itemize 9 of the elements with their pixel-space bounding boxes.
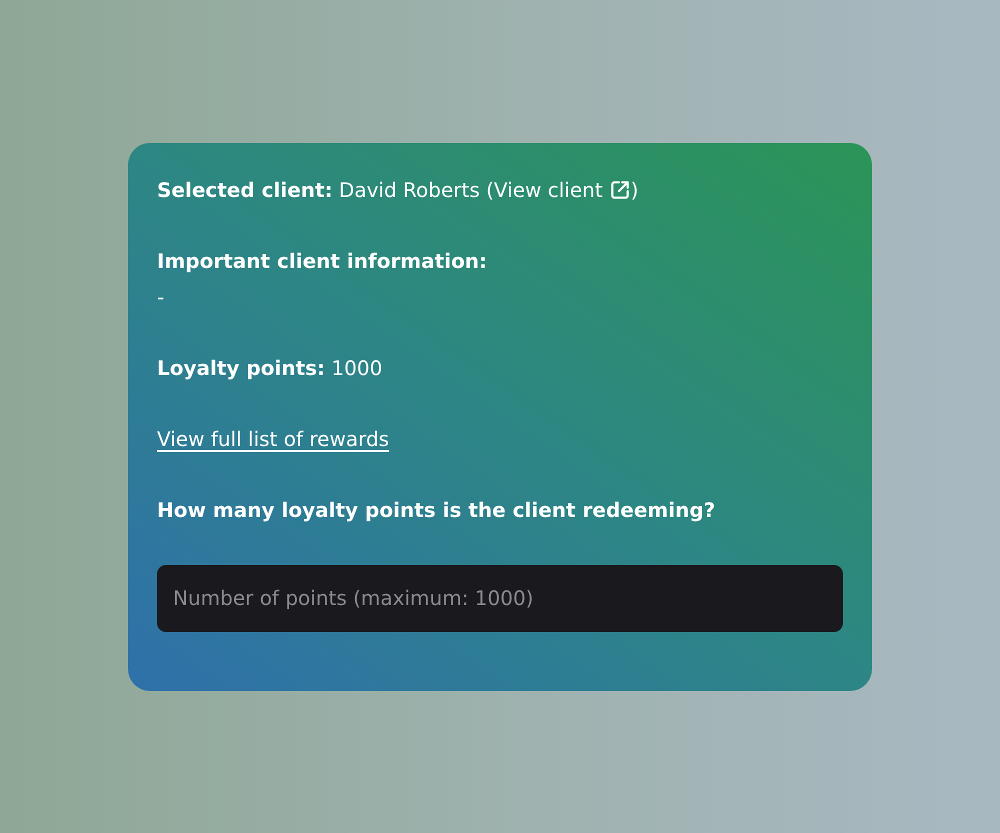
- important-info-value: -: [157, 284, 164, 310]
- external-link-icon: [608, 178, 631, 200]
- loyalty-points-text: Loyalty points: 1000: [157, 354, 382, 382]
- selected-client-text: Selected client: David Roberts (View client ): [157, 172, 638, 208]
- redeem-question: How many loyalty points is the client redeeming?: [157, 496, 716, 524]
- view-client-link[interactable]: View client: [494, 172, 631, 208]
- points-input-field[interactable]: Number of points (maximum: 1000): [157, 564, 843, 632]
- important-info-label: Important client information:: [157, 248, 488, 274]
- rewards-link[interactable]: View full list of rewards: [157, 420, 390, 456]
